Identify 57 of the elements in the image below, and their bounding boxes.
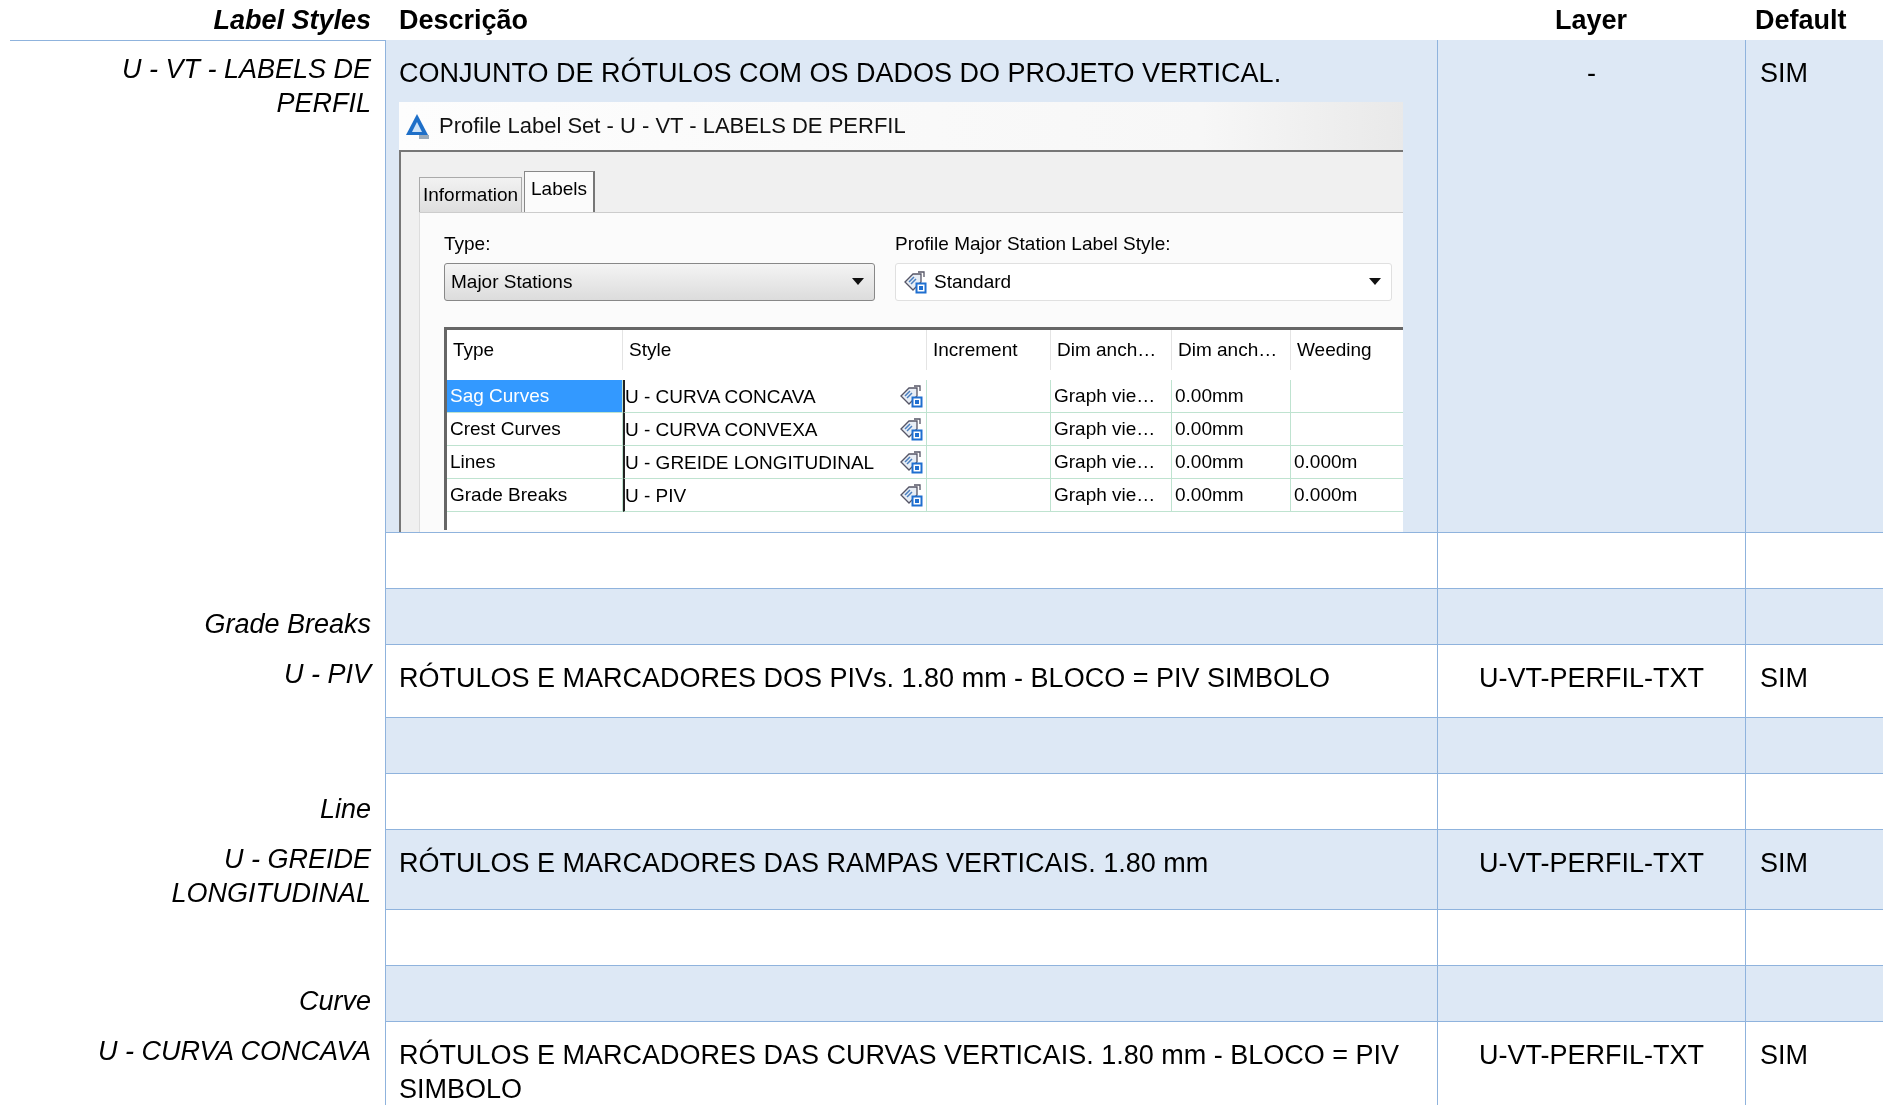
- grid-cell[interactable]: Crest Curves: [447, 413, 623, 446]
- field-label: Profile Major Station Label Style:: [895, 233, 1172, 256]
- label-style-icon: [898, 383, 924, 409]
- section-label: Curve: [298, 985, 371, 1018]
- grid-cell: 0.00mm: [1172, 413, 1291, 446]
- style-name: U - GREIDE LONGITUDINAL: [171, 844, 371, 908]
- style-name: U - CURVA CONCAVA: [97, 1036, 371, 1066]
- dropdown-value: Standard: [934, 271, 1013, 293]
- grid-cell: 0.00mm: [1172, 380, 1291, 413]
- table-cell: U-VT-PERFIL-TXT: [1437, 830, 1745, 910]
- grid-column-header: Dim anch…: [1172, 330, 1291, 370]
- grid-cell: 0.00mm: [1172, 446, 1291, 479]
- description-text: CONJUNTO DE RÓTULOS COM OS DADOS DO PROJETO VERTICAL.: [399, 56, 1283, 90]
- grid-cell: Graph vie…: [1051, 413, 1172, 446]
- grid-column-header: Dim anch…: [1051, 330, 1172, 370]
- style-name: U - VT - LABELS DE PERFIL: [121, 54, 371, 118]
- dropdown-arrow-icon: [852, 278, 864, 286]
- section-label: Line: [319, 793, 371, 826]
- label-style-icon: [898, 482, 924, 508]
- description-text: RÓTULOS E MARCADORES DAS RAMPAS VERTICAIS. 1.80 mm: [399, 846, 1210, 880]
- column-header: Label Styles: [10, 0, 385, 41]
- dialog-title: Profile Label Set - U - VT - LABELS DE PERFIL: [439, 115, 906, 137]
- label-style-icon: [898, 416, 924, 442]
- grid-column-header: Increment: [927, 330, 1051, 370]
- grid-cell: 0.000m: [1291, 479, 1403, 512]
- grid-column-header: Type: [447, 330, 623, 370]
- type-dropdown[interactable]: Major Stations: [444, 263, 875, 301]
- table-cell: SIM: [1745, 1022, 1883, 1105]
- grid-column-header: Weeding: [1291, 330, 1403, 370]
- table-cell: U-VT-PERFIL-TXT: [1437, 1022, 1745, 1105]
- grid-cell: Graph vie…: [1051, 380, 1172, 413]
- grid-cell: Graph vie…: [1051, 479, 1172, 512]
- app-logo-icon: [405, 113, 429, 139]
- grid-cell: 0.00mm: [1172, 479, 1291, 512]
- grid-cell: Graph vie…: [1051, 446, 1172, 479]
- grid-cell[interactable]: Grade Breaks: [447, 479, 623, 512]
- description-text: RÓTULOS E MARCADORES DOS PIVs. 1.80 mm - BLOCO = PIV SIMBOLO: [399, 661, 1331, 695]
- tab[interactable]: Information: [419, 177, 523, 212]
- grid-cell-text: U - GREIDE LONGITUDINAL: [625, 450, 875, 475]
- grid-cell-text: U - CURVA CONCAVA: [625, 384, 816, 409]
- grid-cell: 0.000m: [1291, 446, 1403, 479]
- label-style-icon: [902, 269, 928, 295]
- label-style-icon: [898, 449, 924, 475]
- style-dropdown[interactable]: Standard: [895, 263, 1392, 301]
- table-cell: SIM: [1745, 830, 1883, 910]
- grid-cell[interactable]: Lines: [447, 446, 623, 479]
- grid-column-header: Style: [623, 330, 927, 370]
- field-label: Type:: [444, 233, 492, 256]
- dropdown-arrow-icon: [1369, 278, 1381, 286]
- table-cell: -: [1437, 40, 1745, 533]
- table-cell: SIM: [1745, 40, 1883, 533]
- style-name: U - PIV: [284, 659, 371, 689]
- description-text: RÓTULOS E MARCADORES DAS CURVAS VERTICAIS. 1.80 mm - BLOCO = PIV SIMBOLO: [399, 1038, 1400, 1105]
- section-label: Grade Breaks: [204, 608, 371, 641]
- grid-cell-text: U - PIV: [625, 483, 687, 508]
- tab[interactable]: Labels: [524, 171, 596, 212]
- grid-cell-text: U - CURVA CONVEXA: [625, 417, 818, 442]
